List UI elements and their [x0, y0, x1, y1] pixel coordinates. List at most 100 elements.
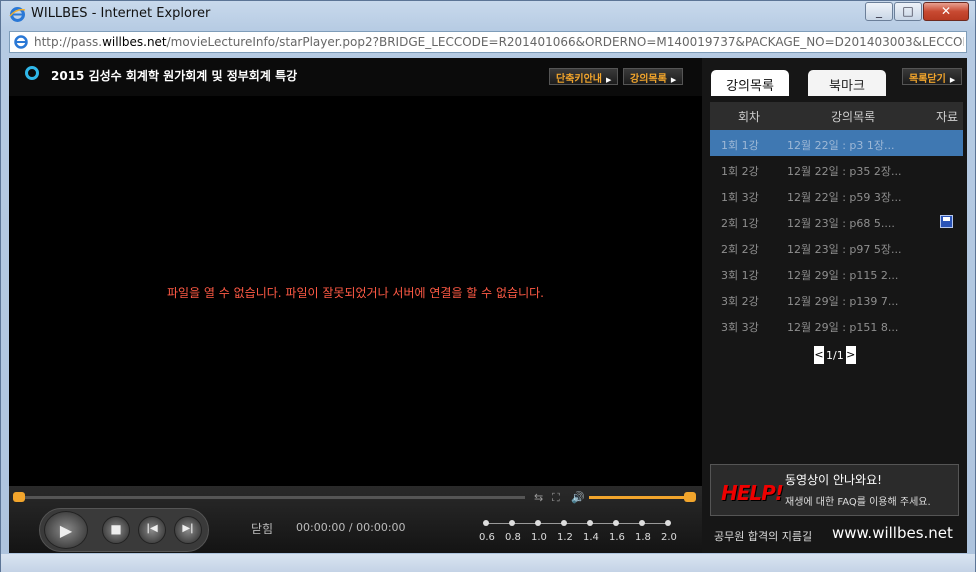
url-text[interactable]: http://pass.willbes.net/movieLectureInfo…	[34, 35, 964, 49]
stop-icon: ■	[110, 522, 122, 536]
header-material: 자료	[936, 110, 959, 124]
speed-dot[interactable]	[639, 520, 645, 526]
episode-number: 1회 3강	[721, 191, 759, 204]
minimize-icon: _	[876, 4, 882, 18]
repeat-icon[interactable]: ⇆	[534, 491, 543, 504]
lecture-row[interactable]: 2회 1강 12월 23일 : p68 5....	[710, 208, 963, 234]
internet-explorer-icon	[9, 7, 26, 22]
arrow-right-icon: ▶	[606, 76, 612, 84]
volume-icon[interactable]: 🔊	[571, 491, 585, 504]
lecture-row[interactable]: 3회 2강 12월 29일 : p139 7...	[710, 286, 963, 312]
time-display: 00:00:00 / 00:00:00	[296, 521, 406, 534]
episode-number: 2회 1강	[721, 217, 759, 230]
lecture-row[interactable]: 3회 3강 12월 29일 : p151 8...	[710, 312, 963, 338]
skip-back-icon: |◀	[146, 523, 158, 534]
status-bar	[1, 554, 975, 572]
shortcut-guide-button[interactable]: 단축키안내 ▶	[549, 68, 619, 85]
volume-slider[interactable]	[589, 496, 689, 499]
speed-label: 1.8	[635, 532, 651, 543]
lecture-description: 12월 23일 : p97 5장...	[787, 243, 902, 256]
url-host: willbes.net	[102, 35, 167, 49]
download-material-icon[interactable]	[940, 215, 953, 228]
episode-number: 3회 2강	[721, 295, 759, 308]
maximize-icon: □	[902, 4, 914, 18]
speed-label: 1.2	[557, 532, 573, 543]
header-lecture-list: 강의목록	[831, 110, 876, 124]
next-page-button[interactable]: >	[845, 346, 856, 364]
lecture-description: 12월 29일 : p115 2...	[787, 269, 899, 282]
lecture-row[interactable]: 2회 2강 12월 23일 : p97 5장...	[710, 234, 963, 260]
lecture-row[interactable]: 1회 2강 12월 22일 : p35 2장...	[710, 156, 963, 182]
close-list-button[interactable]: 목록닫기 ▶	[902, 68, 963, 85]
page-icon	[14, 35, 28, 49]
close-window-button[interactable]: ✕	[923, 2, 969, 21]
skip-forward-icon: ▶|	[182, 523, 194, 534]
episode-number: 1회 1강	[721, 139, 759, 152]
seek-handle[interactable]	[13, 492, 25, 502]
help-logo: HELP!	[721, 481, 784, 505]
time-current: 00:00:00	[296, 521, 346, 534]
episode-number: 3회 3강	[721, 321, 759, 334]
slogan-text: 공무원 합격의 지름길	[714, 530, 813, 543]
play-icon: ▶	[59, 521, 73, 540]
lecture-description: 12월 29일 : p139 7...	[787, 295, 899, 308]
episode-number: 3회 1강	[721, 269, 759, 282]
speed-dot[interactable]	[483, 520, 489, 526]
maximize-button[interactable]: □	[894, 2, 922, 21]
close-list-label: 목록닫기	[909, 74, 946, 85]
lecture-description: 12월 22일 : p35 2장...	[787, 165, 902, 178]
lecture-row[interactable]: 1회 1강 12월 22일 : p3 1장...	[710, 130, 963, 156]
lecture-description: 12월 22일 : p59 3장...	[787, 191, 902, 204]
error-message: 파일을 열 수 없습니다. 파일이 잘못되었거나 서버에 연결을 할 수 없습니…	[167, 286, 544, 300]
speed-dot[interactable]	[561, 520, 567, 526]
volume-handle[interactable]	[684, 492, 696, 502]
tab-bookmark[interactable]: 북마크	[808, 70, 886, 96]
address-bar[interactable]: http://pass.willbes.net/movieLectureInfo…	[9, 31, 967, 53]
video-area[interactable]: 파일을 열 수 없습니다. 파일이 잘못되었거나 서버에 연결을 할 수 없습니…	[9, 96, 702, 486]
help-banner[interactable]: HELP! 동영상이 안나와요! 재생에 대한 FAQ를 이용해 주세요.	[710, 464, 959, 516]
play-button[interactable]: ▶	[44, 511, 88, 549]
seek-bar[interactable]	[15, 496, 525, 499]
lecture-row[interactable]: 3회 1강 12월 29일 : p115 2...	[710, 260, 963, 286]
header-episode: 회차	[738, 110, 761, 124]
window-title: WILLBES - Internet Explorer	[31, 6, 211, 21]
arrow-right-icon: ▶	[670, 76, 677, 84]
speed-label: 0.8	[505, 532, 521, 543]
arrow-right-icon: ▶	[949, 76, 956, 84]
site-url: www.willbes.net	[832, 524, 953, 542]
minimize-button[interactable]: _	[865, 2, 893, 21]
prev-page-button[interactable]: <	[814, 346, 824, 364]
speed-dot[interactable]	[665, 520, 671, 526]
time-separator: /	[348, 521, 353, 534]
close-icon: ✕	[940, 4, 952, 18]
speed-dot[interactable]	[587, 520, 593, 526]
speed-label: 2.0	[661, 532, 677, 543]
lecture-title: 2015 김성수 회계학 원가회계 및 정부회계 특강	[51, 69, 298, 83]
tab-lecture-list[interactable]: 강의목록	[711, 70, 789, 96]
speed-dot[interactable]	[613, 520, 619, 526]
playback-buttons: ▶ ■ |◀ ▶|	[39, 508, 209, 552]
help-heading: 동영상이 안나와요!	[785, 473, 882, 487]
browser-window: WILLBES - Internet Explorer _ □ ✕ http:/…	[0, 0, 976, 572]
lecture-description: 12월 23일 : p68 5....	[787, 217, 895, 230]
stop-button[interactable]: ■	[102, 516, 130, 544]
speed-dot[interactable]	[535, 520, 541, 526]
next-button[interactable]: ▶|	[174, 516, 202, 544]
list-header: 회차 강의목록 자료	[710, 102, 963, 130]
lecture-list-button[interactable]: 강의목록 ▶	[623, 68, 684, 85]
fullscreen-icon[interactable]: ⛶	[552, 491, 560, 505]
speed-label: 0.6	[479, 532, 495, 543]
lecture-row[interactable]: 1회 3강 12월 22일 : p59 3장...	[710, 182, 963, 208]
speed-label: 1.6	[609, 532, 625, 543]
speed-label: 1.0	[531, 532, 547, 543]
time-total: 00:00:00	[356, 521, 406, 534]
window-controls: _ □ ✕	[864, 2, 969, 21]
url-prefix: http://pass.	[34, 35, 103, 49]
lecture-list-label: 강의목록	[630, 74, 667, 85]
lecture-description: 12월 29일 : p151 8...	[787, 321, 899, 334]
previous-button[interactable]: |◀	[138, 516, 166, 544]
speed-dot[interactable]	[509, 520, 515, 526]
lecture-description: 12월 22일 : p3 1장...	[787, 139, 895, 152]
episode-number: 1회 2강	[721, 165, 759, 178]
side-panel: 강의목록 북마크 목록닫기 ▶ 회차 강의목록 자료 1회 1강 12월 22일 :…	[702, 58, 967, 553]
